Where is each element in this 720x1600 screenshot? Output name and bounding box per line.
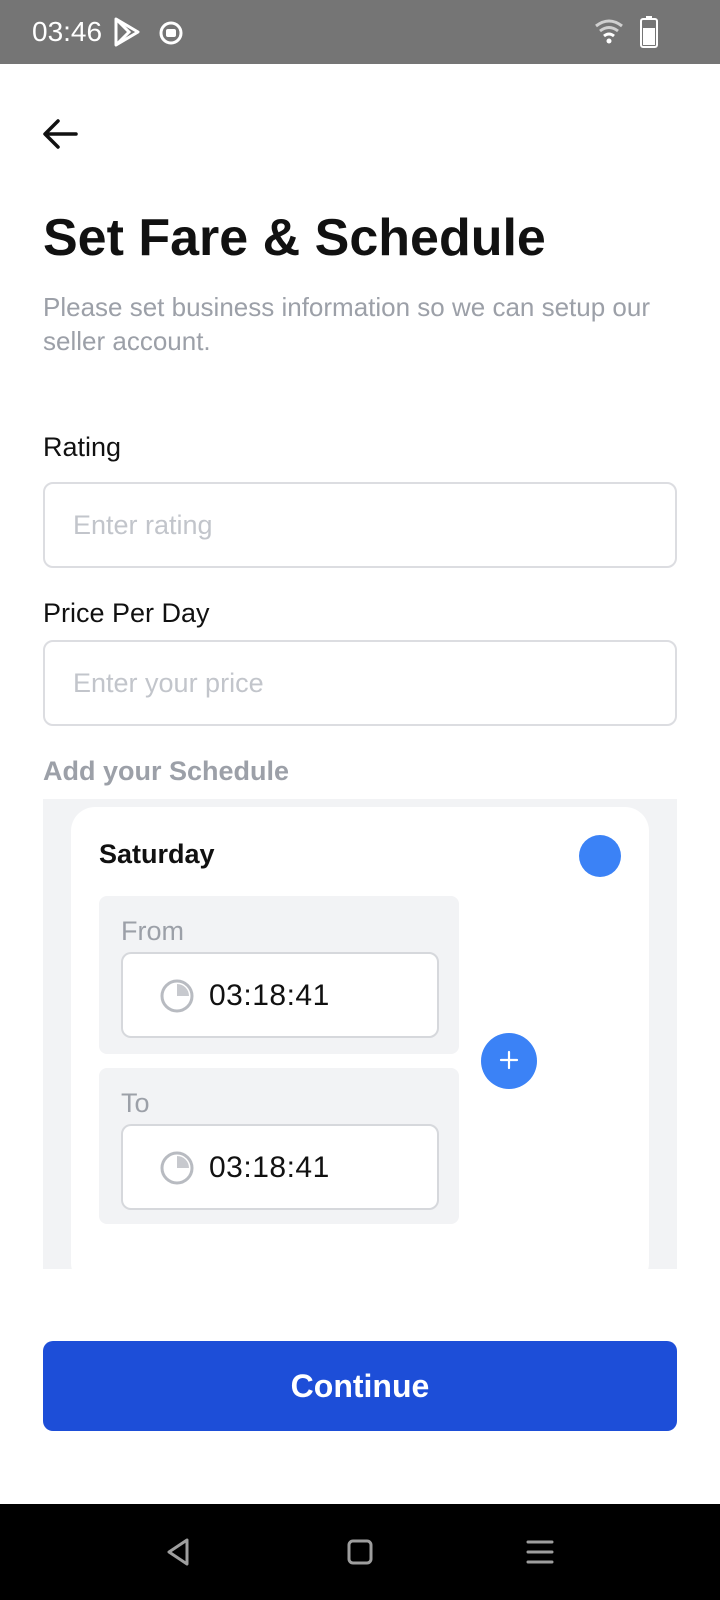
schedule-day-card: Saturday From 03:18:41 To 03:18:41 (71, 807, 649, 1269)
back-triangle-icon[interactable] (158, 1532, 198, 1572)
clock-icon (159, 1150, 195, 1186)
continue-button[interactable]: Continue (43, 1341, 677, 1431)
rating-label: Rating (43, 432, 122, 462)
plus-icon (499, 1046, 519, 1076)
play-store-icon (112, 16, 142, 53)
page-title: Set Fare & Schedule (43, 209, 546, 267)
system-nav-bar (0, 1504, 720, 1600)
clock-icon (159, 978, 195, 1014)
add-time-slot-button[interactable] (481, 1033, 537, 1089)
rating-input[interactable] (43, 482, 677, 568)
menu-lines-icon[interactable] (520, 1532, 560, 1572)
to-time-box: To 03:18:41 (99, 1068, 459, 1224)
day-name: Saturday (99, 839, 215, 869)
page-subtitle: Please set business information so we ca… (43, 292, 651, 356)
status-bar: 03:46 (0, 0, 720, 64)
from-time-box: From 03:18:41 (99, 896, 459, 1054)
from-time-value: 03:18:41 (209, 979, 330, 1012)
to-time-value: 03:18:41 (209, 1151, 330, 1184)
to-label: To (121, 1088, 150, 1118)
from-time-field[interactable]: 03:18:41 (121, 952, 439, 1038)
price-input[interactable] (43, 640, 677, 726)
schedule-heading: Add your Schedule (43, 756, 290, 786)
status-time: 03:46 (32, 16, 103, 47)
price-per-day-label: Price Per Day (43, 598, 210, 628)
arrow-left-icon (42, 118, 78, 155)
day-toggle[interactable] (579, 835, 621, 877)
schedule-list[interactable]: Saturday From 03:18:41 To 03:18:41 (43, 799, 677, 1269)
battery-icon (640, 16, 658, 53)
home-square-icon[interactable] (340, 1532, 380, 1572)
record-icon (158, 20, 184, 51)
back-button[interactable] (36, 112, 84, 160)
from-label: From (121, 916, 184, 946)
wifi-icon (594, 18, 624, 49)
to-time-field[interactable]: 03:18:41 (121, 1124, 439, 1210)
